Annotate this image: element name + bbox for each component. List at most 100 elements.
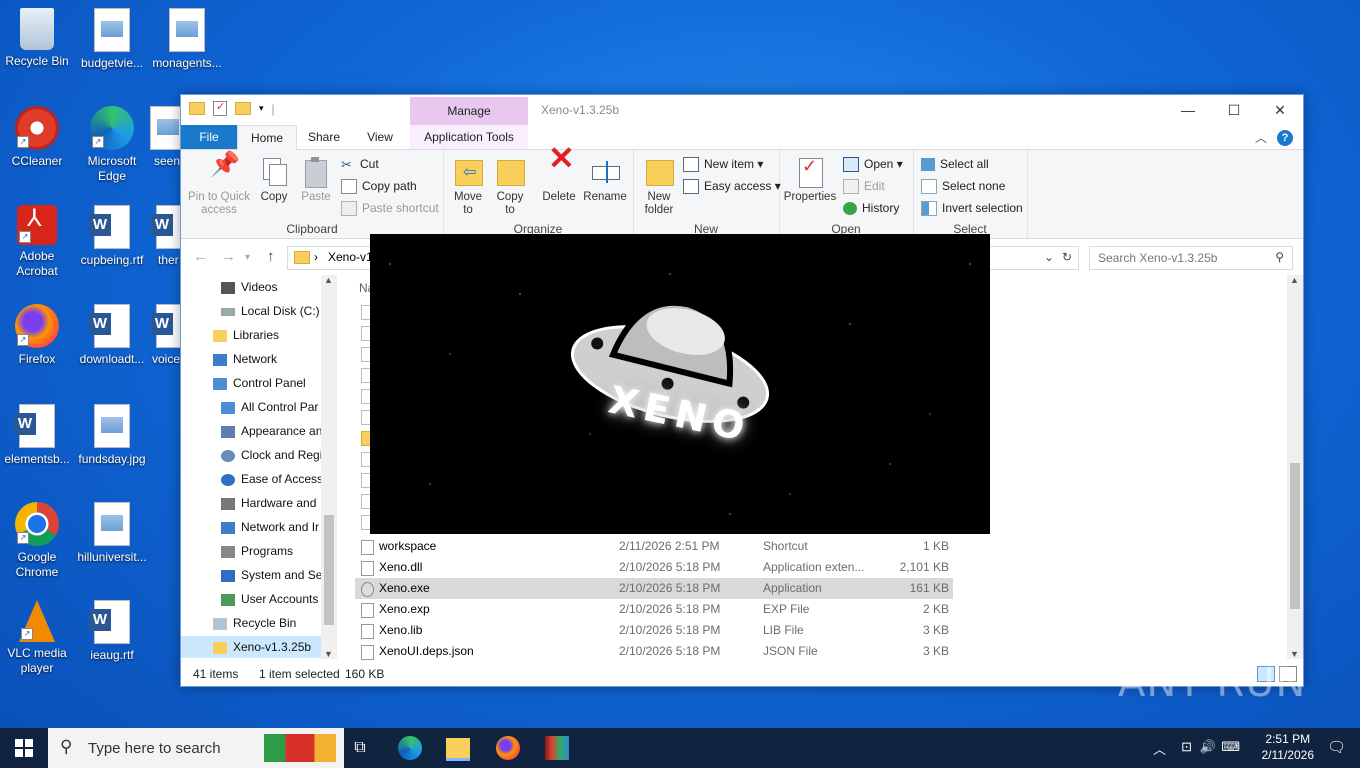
up-arrow-icon[interactable]: ↑ xyxy=(267,248,275,265)
copy-to-button[interactable]: Copy to xyxy=(491,156,529,217)
invert-selection-button[interactable]: Invert selection xyxy=(921,198,1023,218)
task-view-icon[interactable]: ⧉ xyxy=(348,736,372,760)
desktop-icon-fundsday[interactable]: fundsday.jpg xyxy=(75,404,149,467)
rename-button[interactable]: Rename xyxy=(583,156,627,204)
nav-item-all-control-panel[interactable]: All Control Par xyxy=(221,396,321,418)
scroll-up-icon[interactable]: ▲ xyxy=(324,275,333,285)
nav-item-local-disk[interactable]: Local Disk (C:) xyxy=(221,300,320,322)
show-hidden-icons-icon[interactable]: ︿ xyxy=(1153,739,1166,758)
desktop-icon-downloadt[interactable]: downloadt... xyxy=(75,304,149,367)
volume-icon[interactable]: 🔊 xyxy=(1200,739,1216,755)
file-list-scrollbar[interactable]: ▲ ▼ xyxy=(1287,275,1303,659)
scrollbar-thumb[interactable] xyxy=(1290,463,1300,609)
select-none-button[interactable]: Select none xyxy=(921,176,1005,196)
table-row-selected[interactable]: Xeno.exe 2/10/2026 5:18 PM Application 1… xyxy=(355,578,953,599)
pin-to-quick-access-button[interactable]: 📌 Pin to Quick access xyxy=(187,153,251,217)
edge-taskbar-icon[interactable] xyxy=(398,736,422,760)
nav-item-recycle-bin[interactable]: Recycle Bin xyxy=(213,612,296,634)
refresh-icon[interactable]: ↻ xyxy=(1062,250,1072,264)
desktop-icon-voice[interactable]: voice xyxy=(150,304,180,367)
firefox-taskbar-icon[interactable] xyxy=(496,736,520,760)
forward-arrow-icon[interactable]: → xyxy=(221,248,236,265)
desktop-icon-chrome[interactable]: ↗ Google Chrome xyxy=(0,502,74,580)
maximize-button[interactable]: ☐ xyxy=(1211,95,1257,125)
new-item-button[interactable]: New item ▾ xyxy=(683,154,763,174)
paste-shortcut-button[interactable]: Paste shortcut xyxy=(341,198,439,218)
table-row[interactable]: Xeno.dll 2/10/2026 5:18 PM Application e… xyxy=(355,557,953,578)
nav-item-videos[interactable]: Videos xyxy=(221,276,277,298)
delete-button[interactable]: ✕ Delete xyxy=(539,142,579,204)
history-button[interactable]: History xyxy=(843,198,899,218)
network-icon[interactable]: ⊡ xyxy=(1181,739,1192,755)
taskbar-search[interactable]: ⚲ Type here to search xyxy=(48,728,344,768)
taskbar-clock[interactable]: 2:51 PM 2/11/2026 xyxy=(1262,731,1315,763)
table-row[interactable]: Xeno.exp 2/10/2026 5:18 PM EXP File 2 KB xyxy=(355,599,953,620)
desktop-icon-elementsb[interactable]: elementsb... xyxy=(0,404,74,467)
tab-file[interactable]: File xyxy=(181,125,237,149)
new-folder-icon[interactable] xyxy=(235,102,251,115)
properties-icon[interactable]: ✓ xyxy=(213,101,227,116)
cut-button[interactable]: ✂ Cut xyxy=(341,154,379,174)
start-button[interactable] xyxy=(0,728,48,768)
customize-qat-icon[interactable]: ▾ xyxy=(259,103,264,114)
nav-item-clock-region[interactable]: Clock and Regi xyxy=(221,444,321,466)
scrollbar-thumb[interactable] xyxy=(324,515,334,625)
desktop-icon-edge[interactable]: ↗ Microsoft Edge xyxy=(75,106,149,184)
easy-access-button[interactable]: Easy access ▾ xyxy=(683,176,781,196)
table-row[interactable]: Xeno.lib 2/10/2026 5:18 PM LIB File 3 KB xyxy=(355,620,953,641)
tab-view[interactable]: View xyxy=(353,125,407,149)
copy-path-button[interactable]: Copy path xyxy=(341,176,417,196)
breadcrumb[interactable]: Xeno-v1 xyxy=(328,250,373,264)
nav-item-hardware[interactable]: Hardware and xyxy=(221,492,321,514)
scroll-down-icon[interactable]: ▼ xyxy=(1290,649,1299,659)
desktop-icon-seen[interactable]: seen xyxy=(150,106,180,169)
nav-item-network[interactable]: Network xyxy=(213,348,277,370)
open-button[interactable]: Open ▾ xyxy=(843,154,903,174)
manage-context-tab[interactable]: Manage xyxy=(410,97,528,125)
nav-item-system-security[interactable]: System and Se xyxy=(221,564,321,586)
nav-item-programs[interactable]: Programs xyxy=(221,540,321,562)
tab-home[interactable]: Home xyxy=(237,125,297,151)
table-row[interactable]: workspace 2/11/2026 2:51 PM Shortcut 1 K… xyxy=(355,536,953,557)
winrar-taskbar-icon[interactable] xyxy=(545,736,569,760)
scroll-up-icon[interactable]: ▲ xyxy=(1290,275,1299,285)
nav-item-libraries[interactable]: Libraries xyxy=(213,324,279,346)
properties-button[interactable]: ✓ Properties xyxy=(783,156,837,204)
move-to-button[interactable]: ⇦ Move to xyxy=(449,156,487,217)
address-dropdown-icon[interactable]: ⌄ xyxy=(1044,250,1054,264)
edit-button[interactable]: Edit xyxy=(843,176,885,196)
desktop-icon-adobe-acrobat[interactable]: ⅄ ↗ Adobe Acrobat xyxy=(0,205,74,279)
copy-button[interactable]: Copy xyxy=(255,156,293,204)
tab-application-tools[interactable]: Application Tools xyxy=(410,125,528,149)
nav-item-appearance[interactable]: Appearance an xyxy=(221,420,321,442)
desktop-icon-recycle-bin[interactable]: Recycle Bin xyxy=(0,8,74,69)
desktop-icon-monagents[interactable]: monagents... xyxy=(150,8,224,71)
desktop-icon-hilluniversit[interactable]: hilluniversit... xyxy=(75,502,149,565)
desktop-icon-firefox[interactable]: ↗ Firefox xyxy=(0,304,74,367)
desktop-icon-budgetview[interactable]: budgetvie... xyxy=(75,8,149,71)
nav-item-ease-of-access[interactable]: Ease of Access xyxy=(221,468,321,490)
desktop-icon-vlc[interactable]: ↗ VLC media player xyxy=(0,600,74,676)
close-button[interactable]: ✕ xyxy=(1257,95,1303,125)
desktop-icon-ther[interactable]: ther xyxy=(150,205,180,268)
desktop-icon-cupbeing[interactable]: cupbeing.rtf xyxy=(75,205,149,268)
search-box[interactable]: Search Xeno-v1.3.25b ⚲ xyxy=(1089,246,1293,270)
file-explorer-taskbar-icon[interactable] xyxy=(446,738,470,761)
navigation-scrollbar[interactable]: ▲ ▼ xyxy=(321,275,337,659)
recent-locations-icon[interactable]: ▾ xyxy=(245,252,250,263)
select-all-button[interactable]: Select all xyxy=(921,154,989,174)
desktop-icon-ieaug[interactable]: ieaug.rtf xyxy=(75,600,149,663)
paste-button[interactable]: Paste xyxy=(297,156,335,204)
nav-item-control-panel[interactable]: Control Panel xyxy=(213,372,306,394)
collapse-ribbon-icon[interactable]: ︿ xyxy=(1255,129,1267,146)
search-input[interactable]: Search Xeno-v1.3.25b xyxy=(1098,251,1217,265)
help-icon[interactable]: ? xyxy=(1277,129,1293,146)
taskbar-search-input[interactable]: Type here to search xyxy=(88,740,221,757)
new-folder-button[interactable]: New folder xyxy=(639,156,679,217)
minimize-button[interactable]: — xyxy=(1165,95,1211,125)
back-arrow-icon[interactable]: ← xyxy=(193,248,208,265)
tab-share[interactable]: Share xyxy=(299,125,349,149)
notifications-icon[interactable]: 🗨 xyxy=(1327,738,1346,756)
nav-item-user-accounts[interactable]: User Accounts xyxy=(221,588,321,610)
keyboard-icon[interactable]: ⌨ xyxy=(1221,739,1240,755)
